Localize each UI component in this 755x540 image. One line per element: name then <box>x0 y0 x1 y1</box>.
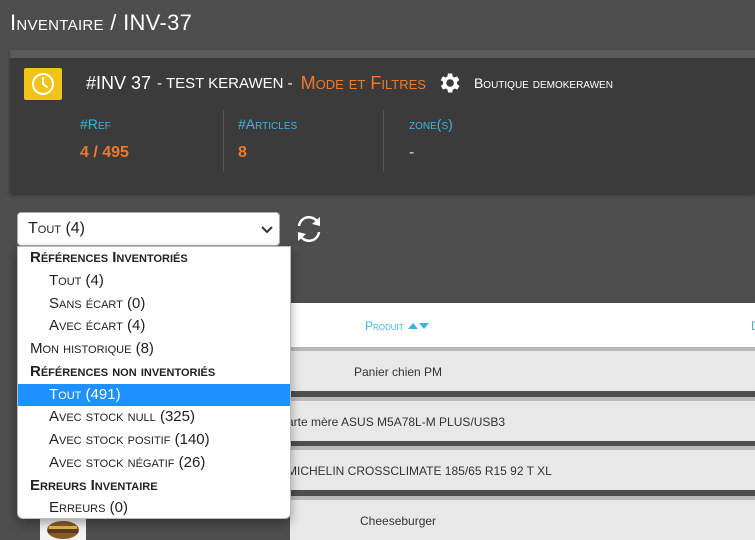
inventory-name: - TEST KERAWEN - <box>157 74 293 92</box>
column-header-produit[interactable]: Produit <box>365 319 429 333</box>
table-row[interactable]: Cheeseburger <box>290 496 755 540</box>
row-product: MICHELIN CROSSCLIMATE 185/65 R15 92 T XL <box>287 464 552 478</box>
shop-name: Boutique demokerawen <box>473 75 613 91</box>
dropdown-option[interactable]: Avec écart (4) <box>18 315 290 338</box>
dropdown-group-header: Références non inventoriés <box>30 362 216 380</box>
refresh-icon[interactable] <box>291 212 327 246</box>
dropdown-option[interactable]: Avec stock null (325) <box>18 406 290 429</box>
page-title: Inventaire / INV-37 <box>10 10 193 35</box>
dropdown-option[interactable]: Tout (491) <box>18 383 290 407</box>
stat-divider <box>223 110 224 172</box>
gear-icon[interactable] <box>436 70 462 96</box>
table-row[interactable]: Panier chien PM <box>290 347 755 391</box>
stat-ref-label: #Ref <box>80 116 111 132</box>
sort-arrows-icon[interactable] <box>407 321 429 331</box>
dropdown-option[interactable]: Avec stock négatif (26) <box>18 452 290 475</box>
header-top-bar <box>10 50 755 58</box>
dropdown-option[interactable]: Sans écart (0) <box>18 293 290 316</box>
stat-zones: zone(s) - <box>409 116 453 162</box>
stat-ref-value: 4 / 495 <box>80 144 129 161</box>
stat-zones-label: zone(s) <box>409 116 453 132</box>
column-produit-label: Produit <box>365 319 404 333</box>
dropdown-option[interactable]: Tout (4) <box>18 270 290 293</box>
stat-articles-label: #Articles <box>238 116 298 132</box>
row-product: arte mère ASUS M5A78L-M PLUS/USB3 <box>287 415 506 429</box>
dropdown-group-header: Erreurs Inventaire <box>30 476 158 494</box>
table-row[interactable]: MICHELIN CROSSCLIMATE 185/65 R15 92 T XL <box>287 446 755 490</box>
inventory-title-line: #INV 37 - TEST KERAWEN - Mode et Filtres… <box>86 70 613 96</box>
row-product: Panier chien PM <box>354 365 443 379</box>
table-row[interactable]: arte mère ASUS M5A78L-M PLUS/USB3 <box>287 397 755 441</box>
stat-ref: #Ref 4 / 495 <box>80 116 129 162</box>
inventory-number: #INV 37 <box>86 72 152 93</box>
column-header-next[interactable]: D <box>751 319 755 333</box>
filter-dropdown-list: Références Inventoriés Tout (4) Sans écart… <box>17 246 291 519</box>
table-header: Produit D <box>290 303 755 347</box>
stat-articles: #Articles 8 <box>238 116 297 162</box>
dropdown-group-header: Références Inventoriés <box>30 249 188 266</box>
chevron-down-icon <box>261 226 273 234</box>
filter-select-value: Tout (4) <box>28 220 85 237</box>
dropdown-option[interactable]: Avec stock positif (140) <box>18 429 290 452</box>
stat-articles-value: 8 <box>238 144 247 161</box>
clock-icon <box>24 68 62 100</box>
stat-zones-value: - <box>409 144 415 161</box>
row-product: Cheeseburger <box>360 514 437 528</box>
filter-select[interactable]: Tout (4) <box>17 212 280 246</box>
stat-divider <box>383 110 384 172</box>
product-thumbnail <box>40 516 86 540</box>
dropdown-option[interactable]: Mon historique (8) <box>18 338 290 361</box>
mode-filters-link[interactable]: Mode et Filtres <box>301 73 426 94</box>
inventory-header-panel: #INV 37 - TEST KERAWEN - Mode et Filtres… <box>10 50 755 193</box>
dropdown-option[interactable]: Erreurs (0) <box>18 497 290 518</box>
